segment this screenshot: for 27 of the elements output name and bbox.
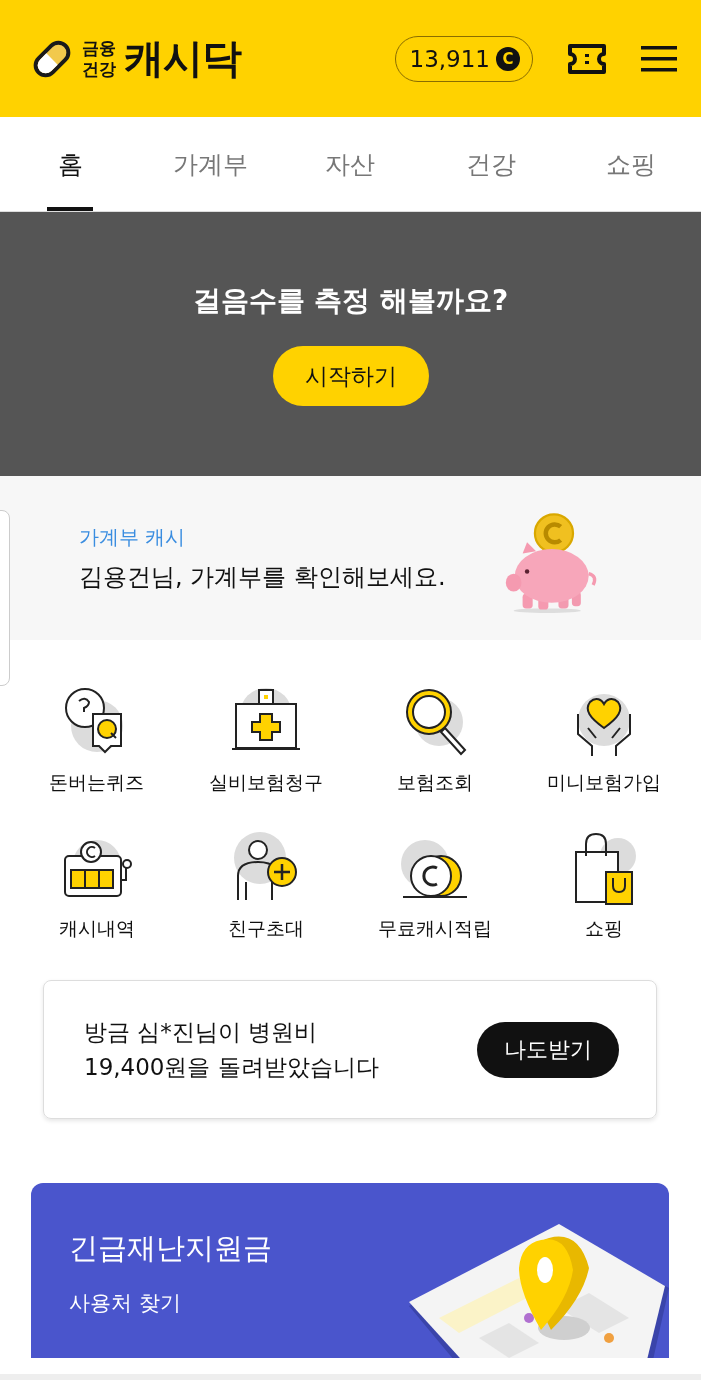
banner-title: 걸음수를 측정 해볼까요? [192,283,509,319]
card-title: 긴급재난지원금 [69,1230,272,1267]
relief-fund-card[interactable]: 긴급재난지원금 사용처 찾기 [31,1183,669,1358]
nav-tab[interactable]: 가계부 [140,117,281,211]
nav-tab[interactable]: 홈 [0,117,140,211]
logo-tagline: 금융 건강 [82,37,116,80]
menu-shortcut[interactable]: 쇼핑 [519,830,689,942]
ledger-promo[interactable]: 가계부 캐시 김용건님, 가계부를 확인해보세요. [0,476,701,640]
promo-label: 가계부 캐시 [79,523,187,551]
get-refund-button[interactable]: 나도받기 [477,1021,619,1078]
notice-message: 방금 심*진님이 병원비 19,400원을 돌려받았습니다 [84,1017,379,1082]
menu-icon[interactable] [641,44,677,73]
nav-tab[interactable]: 쇼핑 [560,117,701,211]
menu-shortcut[interactable]: 무료캐시적립 [350,830,520,942]
ticket-icon[interactable] [567,42,607,75]
nav-tab[interactable]: 자산 [280,117,421,211]
nav-tab[interactable]: 건강 [420,117,561,211]
start-button[interactable]: 시작하기 [272,346,429,406]
menu-shortcut[interactable]: 친구초대 [181,830,351,942]
app-logo: 캐시닥 [124,34,241,83]
menu-shortcut[interactable]: 돈버는퀴즈 [12,684,182,796]
menu-shortcut[interactable]: 보험조회 [350,684,520,796]
menu-shortcut[interactable]: 미니보험가입 [519,684,689,796]
card-subtitle: 사용처 찾기 [69,1290,182,1317]
menu-shortcut[interactable]: 캐시내역 [12,830,182,942]
promo-text: 김용건님, 가계부를 확인해보세요. [79,561,446,593]
menu-shortcut[interactable]: 실비보험청구 [181,684,351,796]
